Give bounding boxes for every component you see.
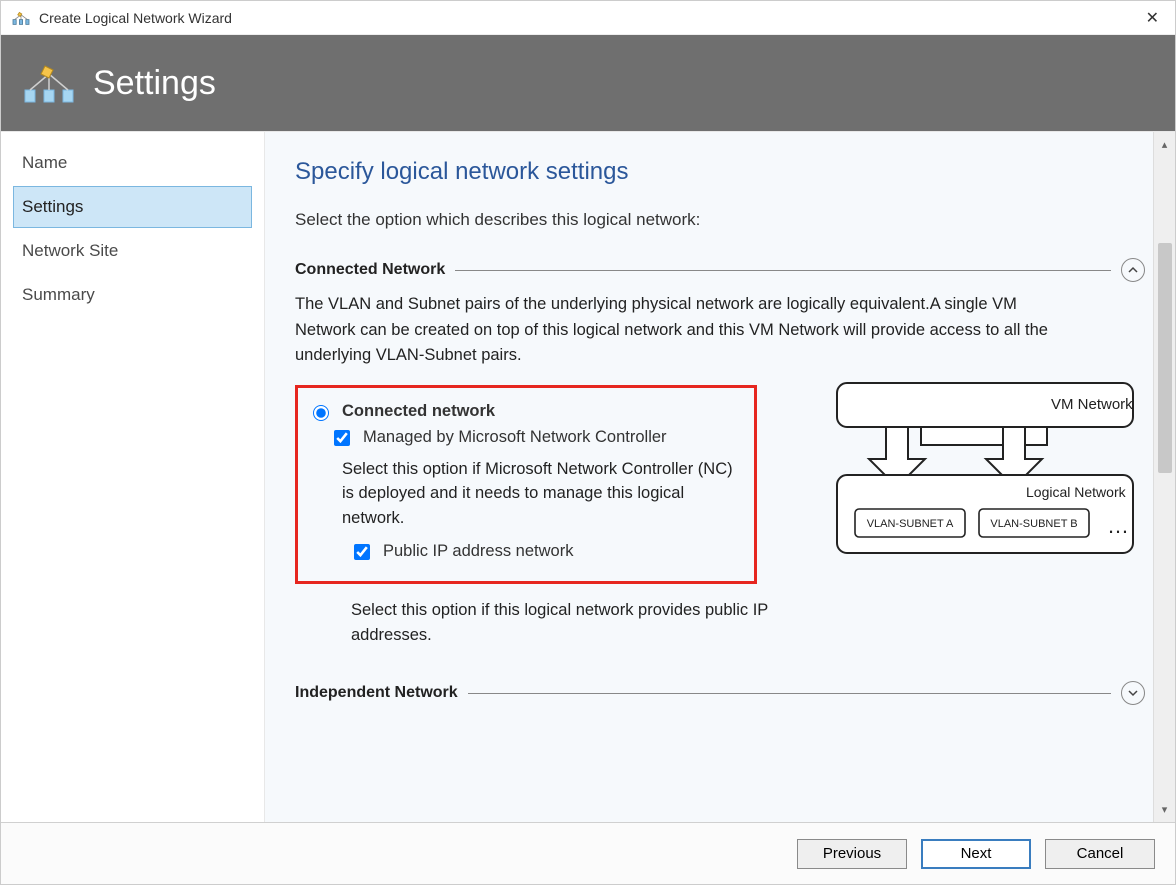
sidebar: Name Settings Network Site Summary [1,132,265,822]
connected-left: Connected network Managed by Microsoft N… [295,379,811,658]
next-button[interactable]: Next [921,839,1031,869]
diagram-vlan-b: VLAN-SUBNET B [990,518,1077,530]
previous-button[interactable]: Previous [797,839,907,869]
close-icon[interactable]: ✕ [1140,8,1165,28]
header-network-icon [23,60,75,106]
radio-connected-input[interactable] [313,405,329,421]
group-connected-label: Connected Network [295,261,445,279]
radio-connected[interactable]: Connected network [308,402,744,421]
collapse-icon[interactable] [1121,258,1145,282]
divider [468,693,1111,694]
diagram-vlan-a: VLAN-SUBNET A [867,518,954,530]
check-public-ip-label[interactable]: Public IP address network [383,542,573,561]
scrollbar[interactable]: ▴ ▾ [1153,132,1175,822]
connected-body: Connected network Managed by Microsoft N… [295,379,1153,658]
main: Specify logical network settings Select … [265,132,1175,822]
cancel-button[interactable]: Cancel [1045,839,1155,869]
window-title: Create Logical Network Wizard [39,10,232,26]
app-icon [11,10,31,26]
scroll-up-icon[interactable]: ▴ [1162,136,1168,153]
scroll-thumb[interactable] [1158,243,1172,473]
page-title: Specify logical network settings [295,158,1153,186]
sidebar-item-name[interactable]: Name [13,142,252,184]
titlebar: Create Logical Network Wizard ✕ [1,1,1175,35]
check-managed-input[interactable] [334,430,350,446]
content: Specify logical network settings Select … [265,132,1153,822]
group-connected-header: Connected Network [295,258,1153,282]
expand-icon[interactable] [1121,681,1145,705]
diagram-logical-label: Logical Network [1026,484,1127,500]
check-public-ip[interactable]: Public IP address network [350,541,744,563]
sidebar-item-network-site[interactable]: Network Site [13,230,252,272]
wizard-window: Create Logical Network Wizard ✕ Settings… [0,0,1176,885]
check-managed-label[interactable]: Managed by Microsoft Network Controller [363,428,667,447]
footer: Previous Next Cancel [1,822,1175,884]
scroll-down-icon[interactable]: ▾ [1162,801,1168,818]
body: Name Settings Network Site Summary Speci… [1,131,1175,822]
instruction-text: Select the option which describes this l… [295,210,1153,230]
diagram-vm-label: VM Network [1051,396,1133,413]
managed-description: Select this option if Microsoft Network … [342,457,744,531]
sidebar-item-summary[interactable]: Summary [13,274,252,316]
connected-description: The VLAN and Subnet pairs of the underly… [295,292,1055,369]
header-title: Settings [93,64,216,103]
network-diagram: VM Network Logical Network VLAN-SUBNET A… [831,379,1141,572]
check-managed[interactable]: Managed by Microsoft Network Controller [330,427,744,449]
check-public-ip-input[interactable] [354,544,370,560]
header-band: Settings [1,35,1175,131]
highlight-box: Connected network Managed by Microsoft N… [295,385,757,584]
group-independent-header: Independent Network [295,681,1153,705]
divider [455,270,1111,271]
radio-connected-label[interactable]: Connected network [342,402,495,421]
group-independent-label: Independent Network [295,684,458,702]
diagram-ellipsis: … [1107,513,1129,538]
public-ip-description: Select this option if this logical netwo… [351,598,811,648]
sidebar-item-settings[interactable]: Settings [13,186,252,228]
